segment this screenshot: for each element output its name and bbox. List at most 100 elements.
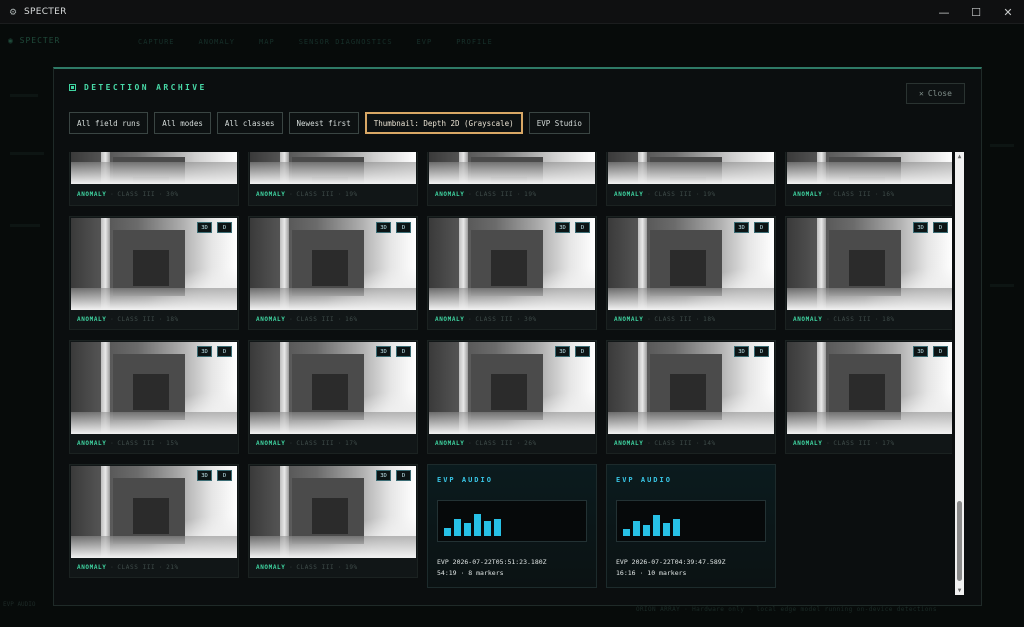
detection-card[interactable]: 3D D ANOMALY · CLASS III · 15% [69,340,239,454]
badge-3d-button[interactable]: 3D [197,222,212,233]
caption-separator: · [106,316,118,323]
scrollbar-thumb[interactable] [957,501,962,581]
evp-waveform [616,500,766,542]
detection-kind: ANOMALY [793,191,823,198]
depth-floor [429,412,595,434]
detection-kind: ANOMALY [77,440,107,447]
detection-card[interactable]: 3D D ANOMALY · CLASS III · 18% [606,216,776,330]
detection-card[interactable]: 3D D ANOMALY · CLASS III · 30% [427,216,597,330]
evp-audio-card[interactable]: EVP AUDIO EVP 2026-07-22T04:39:47.589Z 16:… [606,464,776,588]
view-badges: 3D D [197,346,232,357]
view-badges: 3D D [555,222,590,233]
badge-depth-button[interactable]: D [217,470,232,481]
depth-thumbnail [608,152,774,184]
badge-depth-button[interactable]: D [396,346,411,357]
detection-card[interactable]: 3D D ANOMALY · CLASS III · 21% [69,464,239,578]
detection-caption: ANOMALY · CLASS III · 30% [435,316,537,323]
detection-card[interactable]: ANOMALY · CLASS III · 19% [248,152,418,206]
detection-card[interactable]: 3D D ANOMALY · CLASS III · 17% [785,340,952,454]
filter-modes[interactable]: All modes [154,112,211,134]
badge-depth-button[interactable]: D [754,222,769,233]
window-close-button[interactable]: ✕ [992,0,1024,24]
detection-card[interactable]: 3D D ANOMALY · CLASS III · 14% [606,340,776,454]
background-tab: MAP [259,38,275,46]
badge-3d-button[interactable]: 3D [913,346,928,357]
badge-3d-button[interactable]: 3D [913,222,928,233]
scroll-up-icon[interactable]: ▲ [955,152,964,161]
depth-floor [787,412,952,434]
caption-separator: · [106,440,118,447]
badge-depth-button[interactable]: D [217,222,232,233]
detection-kind: ANOMALY [77,316,107,323]
detection-card[interactable]: ANOMALY · CLASS III · 19% [606,152,776,206]
filter-classes[interactable]: All classes [216,112,283,134]
close-button[interactable]: ✕ Close [906,83,965,104]
detection-caption: ANOMALY · CLASS III · 19% [614,191,716,198]
detection-kind: ANOMALY [77,191,107,198]
badge-depth-button[interactable]: D [575,222,590,233]
detection-card[interactable]: ANOMALY · CLASS III · 19% [427,152,597,206]
depth-object [829,354,901,420]
detection-kind: ANOMALY [614,440,644,447]
caption-separator: · [285,191,297,198]
detection-card[interactable]: 3D D ANOMALY · CLASS III · 16% [248,216,418,330]
detection-class: CLASS III [475,440,514,447]
badge-3d-button[interactable]: 3D [376,222,391,233]
sort-order[interactable]: Newest first [288,112,359,134]
badge-3d-button[interactable]: 3D [734,222,749,233]
detection-card[interactable]: 3D D ANOMALY · CLASS III · 18% [785,216,952,330]
detection-confidence: 19% [524,191,537,198]
filter-field-runs[interactable]: All field runs [69,112,149,134]
evp-recording-id: EVP 2026-07-22T05:51:23.180Z [437,558,547,566]
waveform-bar [623,529,630,536]
badge-3d-button[interactable]: 3D [197,346,212,357]
badge-depth-button[interactable]: D [396,470,411,481]
badge-depth-button[interactable]: D [933,346,948,357]
view-badges: 3D D [376,470,411,481]
detection-card[interactable]: ANOMALY · CLASS III · 16% [785,152,952,206]
badge-depth-button[interactable]: D [217,346,232,357]
detection-kind: ANOMALY [256,564,286,571]
badge-depth-button[interactable]: D [396,222,411,233]
depth-object [113,230,185,296]
background-brand: ◉ SPECTER [8,36,61,45]
badge-depth-button[interactable]: D [933,222,948,233]
detection-caption: ANOMALY · CLASS III · 15% [77,440,179,447]
detection-confidence: 19% [345,191,358,198]
depth-object [113,478,185,544]
evp-studio-button[interactable]: EVP Studio [528,112,590,134]
scrollbar[interactable]: ▲ ▼ [955,152,964,595]
detection-card[interactable]: 3D D ANOMALY · CLASS III · 19% [248,464,418,578]
badge-3d-button[interactable]: 3D [555,222,570,233]
detection-card[interactable]: ANOMALY · CLASS III · 30% [69,152,239,206]
thumbnail-mode[interactable]: Thumbnail: Depth 2D (Grayscale) [364,112,523,134]
detection-caption: ANOMALY · CLASS III · 19% [256,564,358,571]
archive-grid: ANOMALY · CLASS III · 30% ANOMALY · CLASS… [69,152,952,595]
badge-3d-button[interactable]: 3D [376,470,391,481]
close-label: Close [927,89,952,98]
view-badges: 3D D [734,222,769,233]
detection-card[interactable]: 3D D ANOMALY · CLASS III · 17% [248,340,418,454]
gear-icon: ⚙ [9,4,17,18]
minimize-button[interactable]: — [928,0,960,24]
scroll-down-icon[interactable]: ▼ [955,586,964,595]
caption-separator: · [692,191,704,198]
detection-confidence: 17% [882,440,895,447]
depth-thumbnail [787,152,952,184]
badge-depth-button[interactable]: D [754,346,769,357]
evp-audio-card[interactable]: EVP AUDIO EVP 2026-07-22T05:51:23.180Z 54:… [427,464,597,588]
detection-card[interactable]: 3D D ANOMALY · CLASS III · 26% [427,340,597,454]
detection-caption: ANOMALY · CLASS III · 18% [793,316,895,323]
caption-separator: · [334,191,346,198]
maximize-button[interactable]: ☐ [960,0,992,24]
detection-kind: ANOMALY [614,316,644,323]
badge-3d-button[interactable]: 3D [376,346,391,357]
detection-archive-modal: DETECTION ARCHIVE ✕ Close All field runs… [53,67,982,606]
badge-3d-button[interactable]: 3D [734,346,749,357]
detection-class: CLASS III [833,440,872,447]
detection-class: CLASS III [654,440,693,447]
badge-3d-button[interactable]: 3D [197,470,212,481]
badge-depth-button[interactable]: D [575,346,590,357]
detection-card[interactable]: 3D D ANOMALY · CLASS III · 18% [69,216,239,330]
badge-3d-button[interactable]: 3D [555,346,570,357]
